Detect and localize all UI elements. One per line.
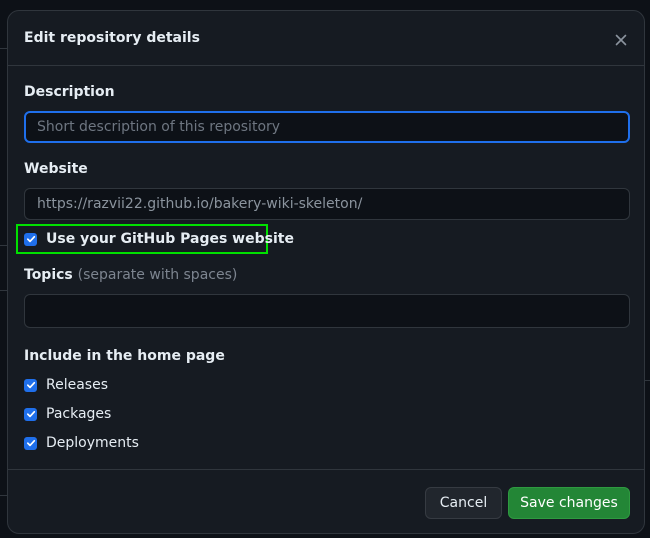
use-pages-checkbox[interactable] <box>24 232 37 246</box>
releases-label: Releases <box>46 377 108 393</box>
edit-repository-dialog: Edit repository details Description Webs… <box>7 10 645 534</box>
deployments-checkbox[interactable] <box>24 436 37 450</box>
x-icon <box>615 34 627 46</box>
deployments-checkbox-row[interactable]: Deployments <box>24 433 139 453</box>
description-label: Description <box>24 84 115 100</box>
save-changes-button[interactable]: Save changes <box>508 487 630 519</box>
description-input[interactable] <box>24 111 630 143</box>
home-page-heading: Include in the home page <box>24 348 225 364</box>
use-pages-label: Use your GitHub Pages website <box>46 231 294 247</box>
dialog-footer: Cancel Save changes <box>8 469 644 533</box>
deployments-label: Deployments <box>46 435 139 451</box>
dialog-title: Edit repository details <box>24 30 200 46</box>
use-pages-checkbox-row[interactable]: Use your GitHub Pages website <box>24 229 294 249</box>
topics-label: Topics (separate with spaces) <box>24 267 237 283</box>
check-icon <box>26 381 35 389</box>
check-icon <box>26 439 35 447</box>
cancel-button[interactable]: Cancel <box>425 487 502 519</box>
packages-checkbox-row[interactable]: Packages <box>24 404 111 424</box>
bg-divider <box>645 380 650 381</box>
topics-hint: (separate with spaces) <box>77 267 238 283</box>
topics-input[interactable] <box>24 294 630 328</box>
packages-checkbox[interactable] <box>24 407 37 421</box>
close-button[interactable] <box>610 29 632 51</box>
check-icon <box>26 410 35 418</box>
website-label: Website <box>24 161 88 177</box>
releases-checkbox[interactable] <box>24 378 37 392</box>
check-icon <box>26 235 35 243</box>
packages-label: Packages <box>46 406 112 422</box>
releases-checkbox-row[interactable]: Releases <box>24 375 108 395</box>
website-input[interactable] <box>24 188 630 220</box>
topics-label-text: Topics <box>24 267 73 283</box>
dialog-header: Edit repository details <box>8 11 644 66</box>
